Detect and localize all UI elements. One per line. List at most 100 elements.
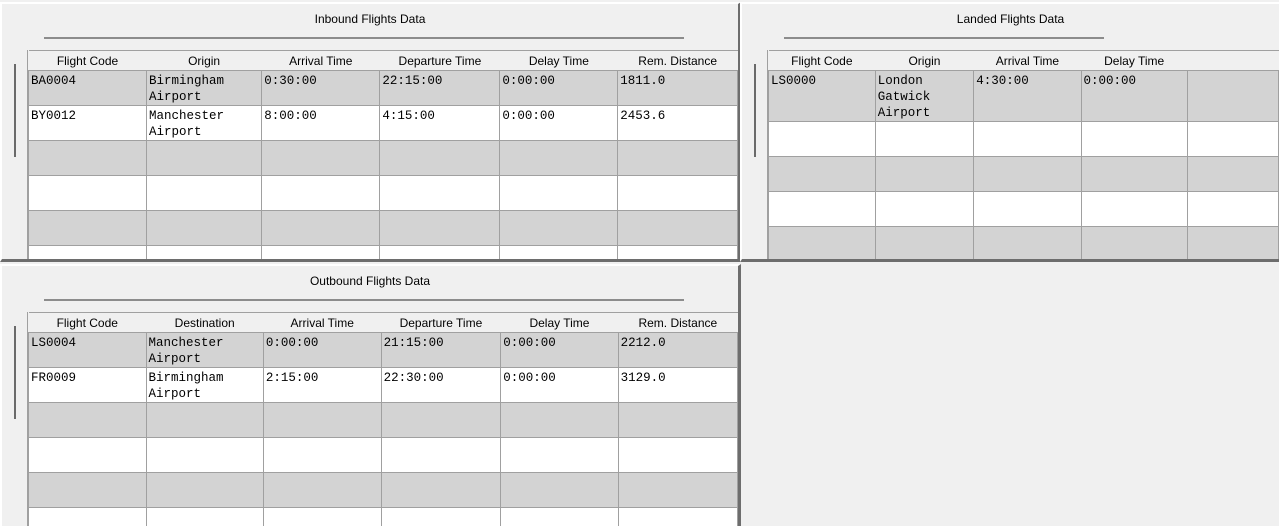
- table-cell[interactable]: [617, 507, 738, 526]
- table-cell[interactable]: [874, 191, 975, 227]
- table-cell[interactable]: [28, 245, 147, 259]
- column-header[interactable]: Flight Code: [28, 312, 146, 333]
- table-cell[interactable]: [1186, 191, 1279, 227]
- table-cell[interactable]: [28, 472, 147, 508]
- table-cell[interactable]: [768, 191, 876, 227]
- table-cell[interactable]: 0:00:00: [262, 332, 382, 368]
- table-row[interactable]: BY0012 Manchester Airport 8:00:00 4:15:00 0:…: [28, 105, 738, 141]
- column-header[interactable]: Origin: [875, 50, 974, 71]
- table-cell[interactable]: 22:15:00: [379, 70, 501, 106]
- vertical-scrollbar[interactable]: [754, 64, 756, 157]
- table-cell[interactable]: 4:30:00: [973, 70, 1082, 122]
- table-cell[interactable]: 8:00:00: [261, 105, 381, 141]
- table-cell[interactable]: [145, 507, 264, 526]
- column-header[interactable]: Flight Code: [768, 50, 876, 71]
- table-row[interactable]: [28, 245, 738, 259]
- table-cell[interactable]: [768, 156, 876, 192]
- table-cell[interactable]: [379, 245, 501, 259]
- table-cell[interactable]: [499, 175, 619, 211]
- table-cell[interactable]: [1080, 156, 1188, 192]
- table-cell[interactable]: [1080, 226, 1188, 259]
- column-header[interactable]: Arrival Time: [261, 50, 380, 71]
- column-header[interactable]: Flight Code: [28, 50, 147, 71]
- table-cell[interactable]: [1186, 121, 1279, 157]
- table-cell[interactable]: [768, 121, 876, 157]
- table-cell[interactable]: [379, 140, 501, 176]
- table-cell[interactable]: [500, 472, 619, 508]
- table-cell[interactable]: [973, 226, 1082, 259]
- column-header[interactable]: Destination: [146, 312, 264, 333]
- table-cell[interactable]: [617, 437, 738, 473]
- table-cell[interactable]: [973, 156, 1082, 192]
- vertical-scrollbar[interactable]: [14, 64, 16, 157]
- table-cell[interactable]: Birmingham Airport: [145, 70, 263, 106]
- column-header[interactable]: Departure Time: [379, 50, 500, 71]
- table-cell[interactable]: [617, 402, 738, 438]
- table-row[interactable]: [28, 140, 738, 176]
- table-cell[interactable]: [617, 140, 738, 176]
- table-cell[interactable]: [500, 507, 619, 526]
- table-cell[interactable]: [1080, 121, 1188, 157]
- table-cell[interactable]: [617, 245, 738, 259]
- table-cell[interactable]: [379, 175, 501, 211]
- table-row[interactable]: LS0000 London Gatwick Airport 4:30:00 0:00:…: [768, 70, 1279, 122]
- table-cell[interactable]: [380, 507, 502, 526]
- column-header[interactable]: Origin: [146, 50, 262, 71]
- table-cell[interactable]: Manchester Airport: [145, 332, 264, 368]
- table-row[interactable]: [28, 472, 738, 508]
- table-cell[interactable]: [145, 472, 264, 508]
- table-row[interactable]: [28, 175, 738, 211]
- vertical-scrollbar[interactable]: [14, 326, 16, 419]
- table-cell[interactable]: [380, 472, 502, 508]
- table-cell[interactable]: [1080, 191, 1188, 227]
- table-cell[interactable]: [768, 226, 876, 259]
- table-cell[interactable]: 3129.0: [617, 367, 738, 403]
- table-cell[interactable]: [874, 121, 975, 157]
- table-cell[interactable]: [617, 472, 738, 508]
- table-cell[interactable]: BA0004: [28, 70, 147, 106]
- column-header[interactable]: Rem. Distance: [617, 50, 738, 71]
- table-cell[interactable]: [28, 140, 147, 176]
- table-cell[interactable]: [617, 210, 738, 246]
- table-cell[interactable]: [499, 245, 619, 259]
- table-cell[interactable]: [262, 472, 382, 508]
- table-cell[interactable]: [380, 402, 502, 438]
- table-row[interactable]: [28, 507, 738, 526]
- table-cell[interactable]: 0:00:00: [499, 105, 619, 141]
- table-cell[interactable]: BY0012: [28, 105, 147, 141]
- table-cell[interactable]: [262, 507, 382, 526]
- table-cell[interactable]: 2:15:00: [262, 367, 382, 403]
- table-cell[interactable]: 21:15:00: [380, 332, 502, 368]
- table-cell[interactable]: [145, 402, 264, 438]
- table-cell[interactable]: [973, 191, 1082, 227]
- table-cell[interactable]: [261, 140, 381, 176]
- table-cell[interactable]: Birmingham Airport: [145, 367, 264, 403]
- table-cell[interactable]: [874, 226, 975, 259]
- table-cell[interactable]: 2453.6: [617, 105, 738, 141]
- table-cell[interactable]: 22:30:00: [380, 367, 502, 403]
- table-cell[interactable]: [28, 507, 147, 526]
- column-header[interactable]: Delay Time: [500, 312, 619, 333]
- table-cell[interactable]: [1186, 226, 1279, 259]
- table-row[interactable]: [768, 156, 1279, 192]
- table-row[interactable]: BA0004 Birmingham Airport 0:30:00 22:15:00 0…: [28, 70, 738, 106]
- table-cell[interactable]: [380, 437, 502, 473]
- table-cell[interactable]: [145, 140, 263, 176]
- column-header[interactable]: Delay Time: [1081, 50, 1188, 71]
- table-cell[interactable]: [1186, 156, 1279, 192]
- column-header[interactable]: [1187, 50, 1279, 71]
- column-header[interactable]: Departure Time: [381, 312, 501, 333]
- table-row[interactable]: LS0004 Manchester Airport 0:00:00 21:15:00 0…: [28, 332, 738, 368]
- table-cell[interactable]: 0:00:00: [1080, 70, 1188, 122]
- table-cell[interactable]: [28, 175, 147, 211]
- table-cell[interactable]: LS0000: [768, 70, 876, 122]
- table-cell[interactable]: [28, 210, 147, 246]
- table-row[interactable]: FR0009 Birmingham Airport 2:15:00 22:30:00 0…: [28, 367, 738, 403]
- table-cell[interactable]: [617, 175, 738, 211]
- table-cell[interactable]: [145, 437, 264, 473]
- table-cell[interactable]: 2212.0: [617, 332, 738, 368]
- table-cell[interactable]: 1811.0: [617, 70, 738, 106]
- table-cell[interactable]: [261, 210, 381, 246]
- table-cell[interactable]: FR0009: [28, 367, 147, 403]
- table-cell[interactable]: [262, 437, 382, 473]
